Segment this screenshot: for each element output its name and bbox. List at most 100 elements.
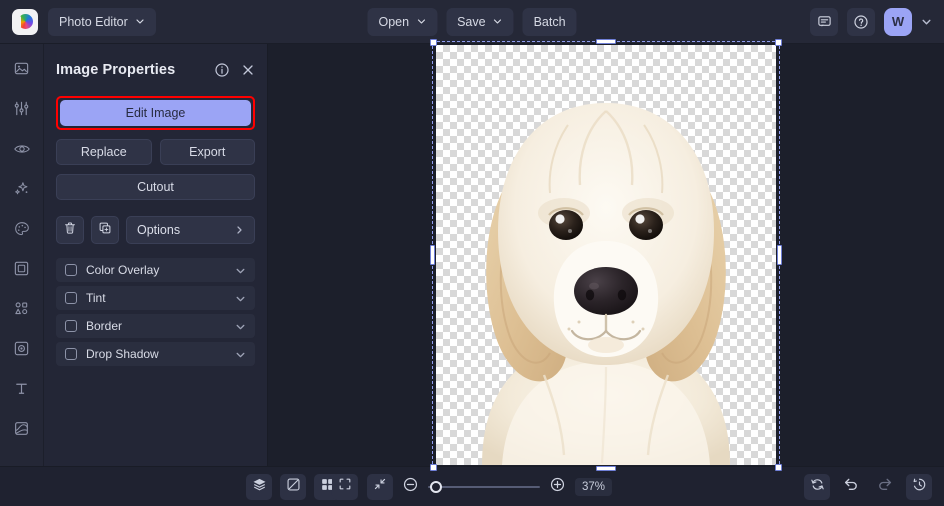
topbar-left-group: Photo Editor — [12, 8, 156, 36]
resize-handle-right[interactable] — [777, 245, 782, 265]
cutout-button[interactable]: Cutout — [56, 174, 255, 200]
avatar[interactable]: W — [884, 8, 912, 36]
rail-item-mask[interactable] — [7, 336, 37, 366]
effects-list: Color Overlay Tint Border — [56, 258, 255, 366]
resize-handle-bottom-right[interactable] — [775, 464, 782, 471]
comment-icon[interactable] — [810, 8, 838, 36]
avatar-initial: W — [892, 14, 904, 29]
vignette-icon — [13, 340, 30, 362]
effect-row-tint[interactable]: Tint — [56, 286, 255, 310]
rail-item-shapes[interactable] — [7, 296, 37, 326]
sparkles-icon — [13, 180, 31, 203]
replace-label: Replace — [81, 145, 127, 159]
photo-editor-app: Photo Editor Open Save Batch — [0, 0, 944, 506]
history-button[interactable] — [906, 474, 932, 500]
sliders-icon — [13, 100, 30, 122]
effect-row-drop-shadow[interactable]: Drop Shadow — [56, 342, 255, 366]
open-button[interactable]: Open — [367, 8, 437, 36]
image-properties-panel: Image Properties — [44, 44, 268, 466]
help-circle-icon[interactable] — [847, 8, 875, 36]
redo-icon — [877, 476, 893, 497]
zoom-in-circle-icon — [549, 476, 566, 498]
rail-item-text[interactable] — [7, 376, 37, 406]
close-icon[interactable] — [241, 63, 255, 77]
app-menu-button[interactable]: Photo Editor — [48, 8, 156, 36]
batch-button[interactable]: Batch — [523, 8, 577, 36]
options-button[interactable]: Options — [126, 216, 255, 244]
resize-handle-top[interactable] — [596, 39, 616, 44]
tint-checkbox[interactable] — [65, 292, 77, 304]
bottombar-left-group — [246, 474, 340, 500]
undo-button[interactable] — [838, 474, 864, 500]
duplicate-button[interactable] — [91, 216, 119, 244]
drop-shadow-checkbox[interactable] — [65, 348, 77, 360]
chevron-down-icon — [135, 15, 145, 29]
options-label: Options — [137, 223, 180, 237]
topbar-right-group: W — [810, 8, 932, 36]
redo-button[interactable] — [872, 474, 898, 500]
batch-label: Batch — [534, 15, 566, 29]
resize-handle-left[interactable] — [430, 245, 435, 265]
zoom-in-button[interactable] — [549, 476, 566, 498]
puppy-image — [436, 45, 776, 465]
rail-item-adjust[interactable] — [7, 96, 37, 126]
rail-item-image[interactable] — [7, 56, 37, 86]
fit-screen-button[interactable] — [332, 474, 358, 500]
rail-item-frame[interactable] — [7, 256, 37, 286]
chevron-down-icon — [493, 15, 503, 29]
compare-split-icon — [286, 477, 301, 497]
rail-item-color[interactable] — [7, 216, 37, 246]
border-checkbox[interactable] — [65, 320, 77, 332]
open-label: Open — [378, 15, 409, 29]
chevron-down-icon[interactable] — [235, 321, 246, 332]
rail-item-overlay[interactable] — [7, 416, 37, 446]
edit-image-button[interactable]: Edit Image — [60, 100, 251, 126]
layers-overlap-icon — [13, 420, 30, 442]
save-button[interactable]: Save — [446, 8, 514, 36]
logo-glyph — [18, 14, 33, 29]
topbar-center-group: Open Save Batch — [367, 8, 576, 36]
save-label: Save — [457, 15, 486, 29]
canvas-stage — [436, 45, 776, 465]
bottom-toolbar: 37% — [0, 466, 944, 506]
rail-item-effects[interactable] — [7, 176, 37, 206]
edit-image-label: Edit Image — [126, 106, 186, 120]
zoom-level-label: 37% — [575, 478, 612, 496]
layers-button[interactable] — [246, 474, 272, 500]
resize-handle-top-right[interactable] — [775, 39, 782, 46]
collapse-arrows-icon — [373, 477, 387, 496]
zoom-out-circle-icon — [402, 476, 419, 498]
frame-icon — [13, 260, 30, 282]
zoom-slider-track — [428, 486, 540, 488]
compare-button[interactable] — [280, 474, 306, 500]
chevron-down-icon[interactable] — [235, 265, 246, 276]
effect-row-color-overlay[interactable]: Color Overlay — [56, 258, 255, 282]
resize-handle-bottom[interactable] — [596, 466, 616, 471]
zoom-slider[interactable] — [428, 480, 540, 494]
color-wheel-logo[interactable] — [12, 9, 38, 35]
resize-handle-bottom-left[interactable] — [430, 464, 437, 471]
export-button[interactable]: Export — [160, 139, 256, 165]
transparency-checkerboard — [436, 45, 776, 465]
zoom-out-button[interactable] — [402, 476, 419, 498]
reset-icon — [810, 477, 825, 497]
canvas-area[interactable] — [268, 44, 944, 466]
effect-label: Border — [86, 319, 122, 333]
cutout-label: Cutout — [137, 180, 174, 194]
info-circle-icon[interactable] — [214, 62, 230, 78]
effect-row-border[interactable]: Border — [56, 314, 255, 338]
avatar-chevron-down-icon[interactable] — [921, 16, 932, 27]
delete-button[interactable] — [56, 216, 84, 244]
effect-label: Drop Shadow — [86, 347, 159, 361]
reset-button[interactable] — [804, 474, 830, 500]
chevron-down-icon[interactable] — [235, 293, 246, 304]
selected-image-object[interactable] — [436, 45, 776, 465]
color-overlay-checkbox[interactable] — [65, 264, 77, 276]
zoom-slider-knob[interactable] — [430, 481, 442, 493]
replace-button[interactable]: Replace — [56, 139, 152, 165]
chevron-down-icon — [416, 15, 426, 29]
collapse-button[interactable] — [367, 474, 393, 500]
rail-item-preview[interactable] — [7, 136, 37, 166]
resize-handle-top-left[interactable] — [430, 39, 437, 46]
chevron-down-icon[interactable] — [235, 349, 246, 360]
